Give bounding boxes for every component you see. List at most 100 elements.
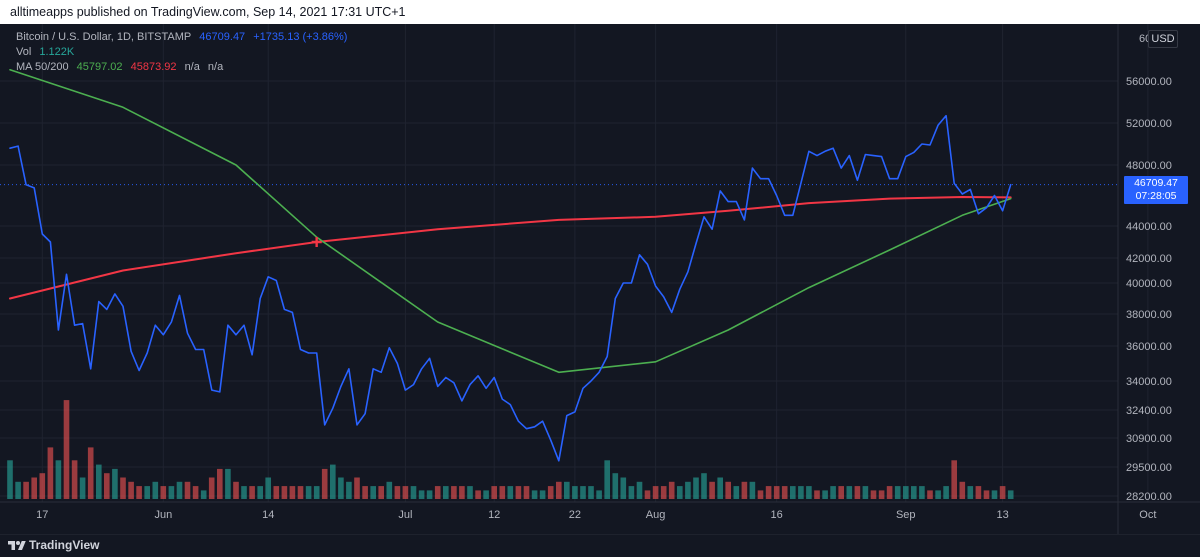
volume-bar <box>217 468 223 499</box>
chart-background <box>0 24 1200 534</box>
ma50-value: 45797.02 <box>76 61 123 73</box>
volume-value: 1.122K <box>39 46 75 58</box>
volume-bar <box>628 486 635 499</box>
x-tick-label: 16 <box>771 509 783 521</box>
volume-bar <box>935 490 941 499</box>
volume-bar <box>418 490 425 499</box>
ma-na-1: n/a <box>184 61 200 73</box>
volume-bar <box>547 486 554 499</box>
volume-bar <box>781 486 788 499</box>
volume-bar <box>378 486 384 499</box>
volume-bar <box>79 477 86 499</box>
volume-bar <box>23 481 29 499</box>
volume-bar <box>47 447 54 499</box>
x-tick-label: 17 <box>36 509 48 521</box>
volume-bar <box>386 481 393 499</box>
volume-bar <box>556 481 562 499</box>
volume-bar <box>434 486 441 499</box>
price-change: +1735.13 (+3.86%) <box>253 31 348 43</box>
symbol-label: Bitcoin / U.S. Dollar, 1D, BITSTAMP <box>16 31 192 43</box>
ma200-value: 45873.92 <box>130 61 177 73</box>
volume-bar <box>507 486 514 499</box>
volume-bar <box>112 468 118 499</box>
volume-bar <box>71 460 78 499</box>
last-price: 46709.47 <box>199 31 246 43</box>
volume-bar <box>725 481 731 499</box>
volume-bar <box>249 486 255 499</box>
volume-bar <box>886 486 893 499</box>
volume-bar <box>911 486 917 499</box>
volume-bar <box>652 486 659 499</box>
volume-label: Vol <box>16 46 32 58</box>
volume-bar <box>927 490 933 499</box>
volume-bar <box>903 486 909 499</box>
volume-bar <box>370 486 376 499</box>
x-tick-label: Oct <box>1139 509 1156 521</box>
legend-volume-row: Vol 1.122K <box>16 46 79 58</box>
currency-button[interactable]: USD <box>1148 30 1178 48</box>
volume-bar <box>677 486 683 499</box>
volume-bar <box>636 481 643 499</box>
volume-bar <box>975 486 982 499</box>
volume-bar <box>967 486 974 499</box>
volume-bar <box>539 490 546 499</box>
volume-bar <box>297 486 304 499</box>
volume-bar <box>354 477 360 499</box>
volume-bar <box>564 481 570 499</box>
y-tick-label: 38000.00 <box>1126 309 1172 321</box>
volume-bar <box>144 486 150 499</box>
current-price-value: 46709.47 <box>1134 176 1178 189</box>
volume-bar <box>806 486 812 499</box>
price-chart[interactable]: 56000.00 52000.00 48000.00 44000.00 42000.00… <box>0 24 1200 534</box>
chart-area[interactable]: 56000.00 52000.00 48000.00 44000.00 42000.00… <box>0 24 1200 534</box>
x-tick-label: Jun <box>154 509 172 521</box>
volume-bar <box>410 486 417 499</box>
volume-bar <box>1007 490 1014 499</box>
volume-bar <box>765 486 772 499</box>
y-tick-label: 30900.00 <box>1126 433 1172 445</box>
volume-bar <box>338 477 344 499</box>
volume-bar <box>580 486 586 499</box>
volume-bar <box>870 490 877 499</box>
volume-bar <box>241 486 247 499</box>
volume-bar <box>991 490 998 499</box>
tradingview-logo-icon <box>8 541 26 550</box>
volume-bar <box>104 473 110 499</box>
volume-bar <box>862 486 869 499</box>
x-tick-label: 13 <box>996 509 1008 521</box>
volume-bar <box>983 490 990 499</box>
volume-bar <box>491 486 497 499</box>
y-tick-label: 36000.00 <box>1126 341 1172 353</box>
volume-bar <box>120 477 126 499</box>
volume-bar <box>757 490 764 499</box>
volume-bar <box>443 486 449 499</box>
volume-bar <box>346 481 352 499</box>
volume-bar <box>515 486 522 499</box>
volume-bar <box>693 477 699 499</box>
volume-bar <box>620 477 627 499</box>
volume-bar <box>63 400 70 499</box>
volume-bar <box>951 460 957 499</box>
volume-bar <box>999 486 1006 499</box>
volume-bar <box>281 486 288 499</box>
volume-bar <box>168 486 175 499</box>
volume-bar <box>31 477 37 499</box>
volume-bar <box>572 486 578 499</box>
volume-bar <box>943 486 949 499</box>
x-tick-label: Aug <box>646 509 666 521</box>
volume-bar <box>717 477 723 499</box>
volume-bar <box>660 486 667 499</box>
volume-bar <box>208 477 215 499</box>
current-price-label: 46709.47 07:28:05 <box>1124 175 1188 204</box>
volume-bar <box>467 486 473 499</box>
ma-na-2: n/a <box>207 61 224 73</box>
volume-bar <box>741 481 748 499</box>
y-tick-label: 44000.00 <box>1126 221 1172 233</box>
legend-symbol-row: Bitcoin / U.S. Dollar, 1D, BITSTAMP 4670… <box>16 31 352 43</box>
volume-bar <box>475 490 481 499</box>
volume-bar <box>685 481 691 499</box>
volume-bar <box>531 490 538 499</box>
volume-bar <box>790 486 796 499</box>
volume-bar <box>394 486 401 499</box>
volume-bar <box>225 468 231 499</box>
